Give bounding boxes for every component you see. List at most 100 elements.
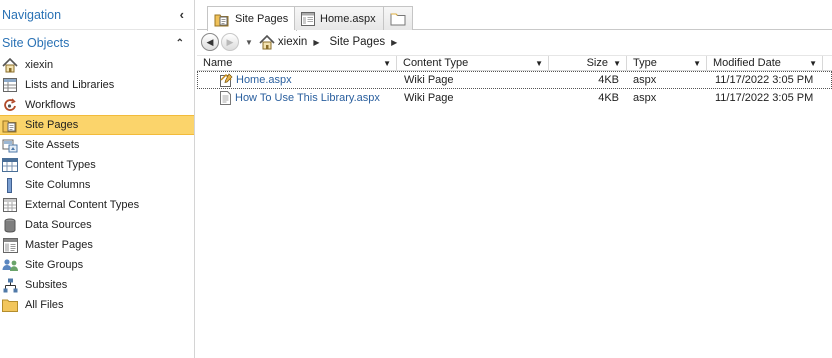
sidebar-item-label: Lists and Libraries (25, 79, 115, 91)
sidebar-item-label: Master Pages (25, 239, 93, 251)
breadcrumb-label: xiexin (277, 36, 308, 48)
back-button[interactable]: ◀ (201, 33, 219, 51)
workflow-icon (1, 97, 19, 113)
site-pages-icon (1, 117, 19, 133)
table-row[interactable]: Home.aspx Wiki Page 4KB aspx 11/17/2022 … (197, 71, 832, 89)
sidebar-item-label: Site Assets (25, 139, 80, 151)
filter-dropdown-icon[interactable]: ▼ (535, 56, 543, 71)
file-name-link[interactable]: Home.aspx (236, 74, 292, 86)
sidebar-item-data-sources[interactable]: Data Sources (0, 215, 194, 235)
sidebar-item-label: Site Groups (25, 259, 84, 271)
column-header-name[interactable]: Name ▼ (197, 56, 397, 71)
content-type-cell: Wiki Page (404, 74, 454, 86)
document-tabs: Site Pages Home.aspx (197, 0, 832, 31)
chevron-up-icon[interactable]: ⌃ (176, 38, 184, 49)
column-label: Content Type (403, 57, 469, 69)
forward-button[interactable]: ▶ (221, 33, 239, 51)
modified-cell: 11/17/2022 3:05 PM (715, 92, 814, 104)
column-header-content-type[interactable]: Content Type ▼ (397, 56, 549, 71)
sidebar-item-label: External Content Types (25, 199, 140, 211)
breadcrumb: ◀ ▶ ▼ xiexin ▶ Site Pages ▶ (197, 31, 832, 53)
sidebar-item-label: Site Pages (25, 119, 79, 131)
database-icon (1, 217, 19, 233)
content-type-cell: Wiki Page (404, 92, 454, 104)
new-tab-icon (390, 12, 406, 26)
breadcrumb-item-site-pages[interactable]: Site Pages (329, 36, 385, 48)
sidebar-item-label: Subsites (25, 279, 68, 291)
navigation-header: Navigation ‹ (0, 0, 194, 30)
chevron-right-icon[interactable]: ▶ (391, 38, 397, 47)
column-label: Size (586, 57, 608, 69)
column-header-size[interactable]: Size ▼ (549, 56, 627, 71)
size-cell: 4KB (598, 74, 619, 86)
chevron-right-icon[interactable]: ▶ (313, 38, 319, 47)
sidebar-item-external-content-types[interactable]: External Content Types (0, 195, 194, 215)
column-header-type[interactable]: Type ▼ (627, 56, 707, 71)
home-icon (259, 34, 275, 49)
site-objects-list: xiexin Lists and Libraries Workflows Sit… (0, 55, 194, 315)
filter-dropdown-icon[interactable]: ▼ (809, 56, 817, 71)
tab-label: Site Pages (235, 13, 289, 25)
site-columns-icon (1, 177, 19, 193)
sharepoint-designer-window: Navigation ‹ Site Objects ⌃ xiexin Lists… (0, 0, 832, 358)
tab-site-pages[interactable]: Site Pages (207, 6, 298, 31)
site-objects-title: Site Objects (2, 36, 70, 50)
table-row[interactable]: How To Use This Library.aspx Wiki Page 4… (197, 89, 832, 107)
sidebar-item-site-assets[interactable]: Site Assets (0, 135, 194, 155)
sidebar-item-all-files[interactable]: All Files (0, 295, 194, 315)
sidebar-item-content-types[interactable]: Content Types (0, 155, 194, 175)
sidebar-item-label: Content Types (25, 159, 96, 171)
external-content-icon (1, 197, 19, 213)
site-assets-icon (1, 137, 19, 153)
sidebar-item-xiexin[interactable]: xiexin (0, 55, 194, 75)
column-headers: Name ▼ Content Type ▼ Size ▼ Type ▼ Modi… (197, 55, 832, 71)
sidebar-item-master-pages[interactable]: Master Pages (0, 235, 194, 255)
column-label: Name (203, 57, 233, 69)
sidebar-item-site-pages[interactable]: Site Pages (0, 115, 194, 135)
navigation-title: Navigation (2, 7, 62, 22)
site-objects-header[interactable]: Site Objects ⌃ (0, 31, 194, 55)
history-dropdown-icon[interactable]: ▼ (245, 38, 253, 47)
home-icon (1, 57, 19, 73)
name-cell: How To Use This Library.aspx (197, 91, 397, 105)
folder-icon (1, 297, 19, 313)
list-icon (1, 77, 19, 93)
subsites-icon (1, 277, 19, 293)
groups-icon (1, 257, 19, 273)
filter-dropdown-icon[interactable]: ▼ (383, 56, 391, 71)
sidebar-item-site-groups[interactable]: Site Groups (0, 255, 194, 275)
sidebar-item-label: All Files (25, 299, 64, 311)
type-cell: aspx (633, 74, 657, 86)
sidebar-item-workflows[interactable]: Workflows (0, 95, 194, 115)
column-header-modified-date[interactable]: Modified Date ▼ (707, 56, 823, 71)
page-icon (301, 11, 315, 26)
page-icon (219, 91, 232, 105)
master-pages-icon (1, 237, 19, 253)
sidebar-item-label: xiexin (25, 59, 54, 71)
tab-home-aspx[interactable]: Home.aspx (294, 6, 385, 30)
tab-new[interactable] (383, 6, 413, 30)
filter-dropdown-icon[interactable]: ▼ (613, 56, 621, 71)
navigation-pane: Navigation ‹ Site Objects ⌃ xiexin Lists… (0, 0, 195, 358)
column-label: Type (633, 57, 657, 69)
home-page-icon (219, 73, 233, 87)
type-cell: aspx (633, 92, 657, 104)
sidebar-item-subsites[interactable]: Subsites (0, 275, 194, 295)
file-list: Name ▼ Content Type ▼ Size ▼ Type ▼ Modi… (197, 55, 832, 107)
sidebar-item-label: Site Columns (25, 179, 91, 191)
sidebar-item-label: Workflows (25, 99, 76, 111)
filter-dropdown-icon[interactable]: ▼ (693, 56, 701, 71)
size-cell: 4KB (598, 92, 619, 104)
sidebar-item-label: Data Sources (25, 219, 92, 231)
tab-label: Home.aspx (320, 12, 376, 25)
breadcrumb-item-xiexin[interactable]: xiexin (259, 34, 308, 50)
breadcrumb-label: Site Pages (329, 36, 386, 48)
column-label: Modified Date (713, 57, 781, 69)
file-name-link[interactable]: How To Use This Library.aspx (235, 92, 380, 104)
sidebar-item-site-columns[interactable]: Site Columns (0, 175, 194, 195)
content-types-icon (1, 157, 19, 173)
modified-cell: 11/17/2022 3:05 PM (715, 74, 814, 86)
site-pages-icon (214, 12, 230, 27)
sidebar-item-lists-and-libraries[interactable]: Lists and Libraries (0, 75, 194, 95)
collapse-pane-icon[interactable]: ‹ (180, 7, 184, 22)
